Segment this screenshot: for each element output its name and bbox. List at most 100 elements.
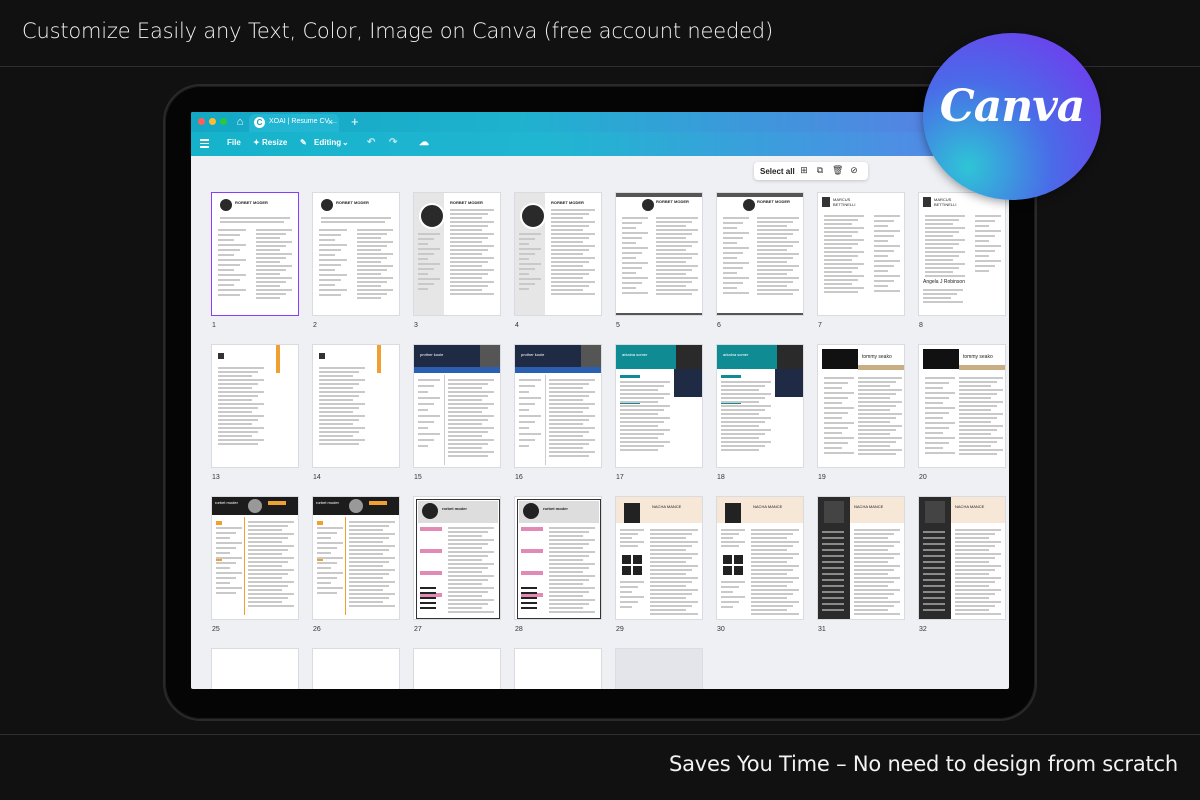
cloud-sync-icon[interactable]: ☁ [419,137,429,148]
undo-icon[interactable]: ↶ [367,137,375,148]
page-thumbnail[interactable] [514,648,602,689]
text-line [319,407,359,409]
text-line [854,573,888,575]
page-thumbnail[interactable]: RORBET MODER 1 [211,192,299,329]
text-line [975,245,1001,247]
page-thumbnail[interactable]: arkaina somer 17 [615,344,703,481]
page-thumbnail[interactable]: arkaina somer 18 [716,344,804,481]
text-line [357,249,381,251]
new-tab-button[interactable]: + [351,114,359,129]
text-line [549,555,589,557]
canva-tab-icon: C [254,117,265,128]
hide-icon[interactable]: ⊘ [849,165,859,176]
page-thumbnail[interactable]: rorbet moder 28 [514,496,602,633]
page-thumbnail[interactable]: NACHA MANCE 29 [615,496,703,633]
page-thumbnail[interactable]: RORBET MODER 5 [615,192,703,329]
page-thumbnail[interactable] [312,648,400,689]
page-thumbnail[interactable]: 13 [211,344,299,481]
resize-icon[interactable]: ✦ [253,138,260,147]
thumbnail-heading: RORBET MODER [551,200,584,205]
text-line [854,609,888,611]
page-number: 25 [212,626,220,633]
text-line [955,557,995,559]
add-page-icon[interactable]: ⊞ [799,165,809,176]
text-line [622,227,636,229]
page-thumbnail[interactable]: tommy seako 19 [817,344,905,481]
close-window-dot[interactable] [198,118,205,125]
text-line [620,581,644,583]
thumbnail-heading: RORBET MODER [235,200,268,205]
text-line [448,595,482,597]
stat-box [622,566,631,575]
home-icon[interactable]: ⌂ [233,115,247,129]
section-tag [521,549,543,553]
text-line [721,437,759,439]
page-thumbnail[interactable]: RORBET MODER 4 [514,192,602,329]
text-line [519,278,541,280]
text-line [874,270,888,272]
chevron-down-icon[interactable]: ⌄ [342,138,349,147]
text-line [448,603,488,605]
text-line [248,581,294,583]
text-line [448,535,482,537]
text-line [721,529,745,531]
resize-button[interactable]: Resize [262,138,287,147]
text-line [317,577,337,579]
bottom-band [717,313,803,315]
text-line [721,541,745,543]
page-thumbnail[interactable]: tommy seako 20 [918,344,1006,481]
page-thumbnail[interactable]: MARCUS BETTINELLI 7 [817,192,905,329]
text-line [854,593,894,595]
section-tag [521,571,543,575]
text-line [955,597,989,599]
text-line [925,275,965,277]
page-thumbnail[interactable]: NACHA MANCE 31 [817,496,905,633]
maximize-window-dot[interactable] [220,118,227,125]
page-thumbnail[interactable]: NACHA MANCE 30 [716,496,804,633]
page-thumbnail[interactable] [413,648,501,689]
text-line [319,229,347,231]
page-thumbnail[interactable]: rorbet moder 26 [312,496,400,633]
photo-square [925,501,945,523]
editing-dropdown[interactable]: Editing [314,138,341,147]
page-thumbnail[interactable]: 14 [312,344,400,481]
page-thumbnail[interactable]: MARCUS BETTINELLI Angela J Robinson 8 [918,192,1006,329]
page-thumbnail[interactable]: RORBET MODER 2 [312,192,400,329]
page-thumbnail[interactable] [615,648,703,689]
text-line [218,395,258,397]
text-line [824,279,858,281]
text-line [955,533,995,535]
text-line [519,283,535,285]
browser-tab[interactable]: C XOAI | Resume CV ... × [249,114,339,132]
tab-close-icon[interactable]: × [328,117,333,127]
minimize-window-dot[interactable] [209,118,216,125]
page-thumbnail[interactable]: rorbet moder 25 [211,496,299,633]
page-thumbnail[interactable]: NACHA MANCE 32 [918,496,1006,633]
hamburger-menu-icon[interactable] [200,139,209,148]
text-line [218,403,264,405]
page-thumbnail[interactable]: prother koole 15 [413,344,501,481]
text-line [955,561,989,563]
select-all-button[interactable]: Select all [760,167,795,176]
trash-icon[interactable]: 🗑 [832,165,843,176]
text-line [218,259,246,261]
page-thumbnail[interactable]: RORBET MODER 3 [413,192,501,329]
redo-icon[interactable]: ↷ [389,137,397,148]
text-line [858,445,890,447]
page-thumbnail[interactable] [211,648,299,689]
page-thumbnail[interactable]: RORBET MODER 6 [716,192,804,329]
text-line [822,555,844,557]
text-line [216,552,230,554]
text-line [751,589,799,591]
duplicate-icon[interactable]: ⧉ [815,165,825,176]
page-thumbnail[interactable]: prother koole 16 [514,344,602,481]
text-line [923,603,945,605]
page-preview: NACHA MANCE [918,496,1006,620]
text-line [757,237,787,239]
page-thumbnail[interactable]: rorbet moder 27 [413,496,501,633]
file-menu[interactable]: File [227,138,241,147]
text-line [450,237,488,239]
text-line [551,253,583,255]
text-line [256,237,280,239]
text-line [721,601,739,603]
